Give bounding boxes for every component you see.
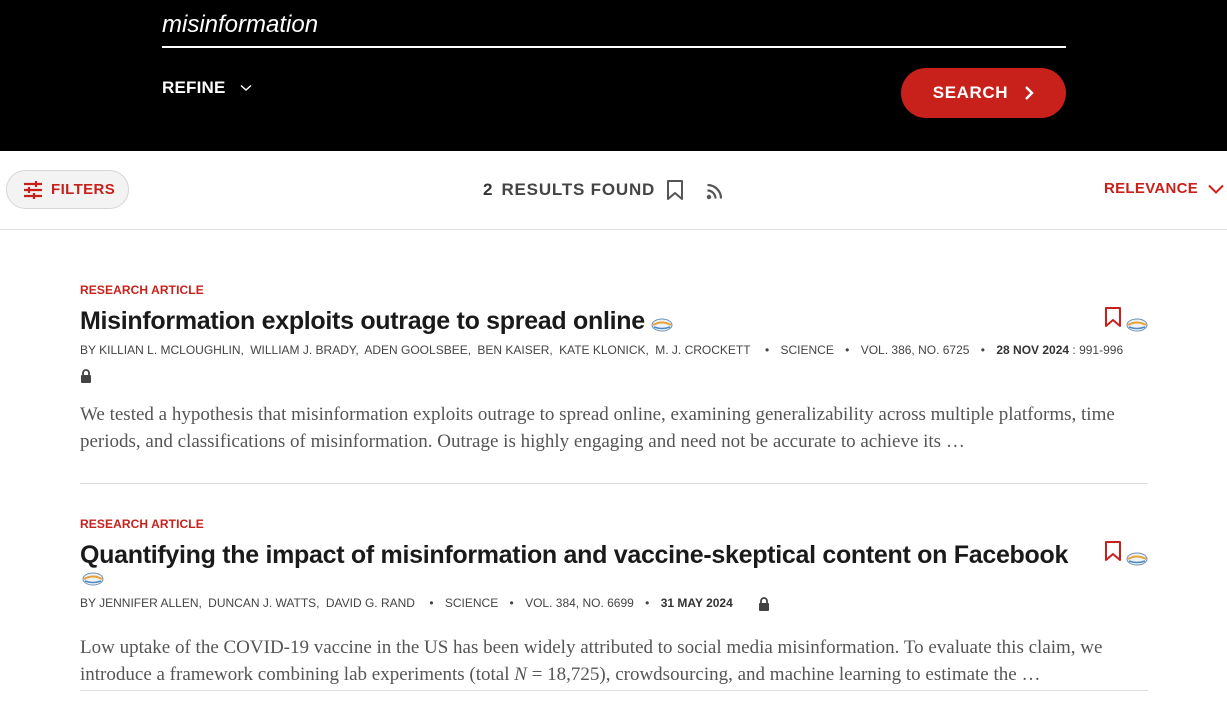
results-summary: 2 RESULTS FOUND [483,180,655,200]
author-link[interactable]: DUNCAN J. WATTS, [208,596,319,610]
author-link[interactable]: WILLIAM J. BRADY, [250,343,358,357]
search-result-item: RESEARCH ARTICLE Quantifying the impact … [80,517,1148,691]
page-range: : 991-996 [1072,343,1124,357]
bookmark-icon[interactable] [1103,540,1123,562]
filters-button[interactable]: FILTERS [6,170,129,209]
sliders-icon [24,180,42,199]
meta-separator: • [980,343,985,357]
refine-dropdown[interactable]: REFINE [162,78,252,98]
abstract-italic: N [514,664,527,685]
results-label: RESULTS FOUND [501,180,656,199]
author-link[interactable]: BY KILLIAN L. MCLOUGHLIN, [80,343,244,357]
results-toolbar: FILTERS 2 RESULTS FOUND RELEVANCE [0,151,1227,230]
volume-issue: VOL. 384, NO. 6699 [525,596,634,610]
refine-label: REFINE [162,78,226,97]
bookmark-icon[interactable] [1103,306,1123,328]
journal-name: SCIENCE [444,596,499,610]
author-link[interactable]: KATE KLONICK, [559,343,649,357]
volume-issue: VOL. 386, NO. 6725 [860,343,970,357]
lock-icon [759,597,770,611]
filters-label: FILTERS [51,181,116,198]
chevron-right-icon [1025,86,1034,100]
meta-separator: • [845,343,850,357]
results-count: 2 [483,180,493,199]
abstract-text: = 18,725), crowdsourcing, and machine le… [526,664,1041,685]
article-type: RESEARCH ARTICLE [80,283,204,297]
altmetric-icon[interactable] [651,318,673,332]
meta-separator: • [509,596,514,610]
search-input[interactable] [162,4,1066,48]
article-abstract: We tested a hypothesis that misinformati… [80,404,1115,452]
meta-separator: • [645,596,650,610]
search-button-label: SEARCH [932,83,1009,102]
sort-label: RELEVANCE [1104,180,1199,197]
publication-date: 28 NOV 2024 [996,343,1070,357]
altmetric-icon[interactable] [1126,552,1148,566]
author-link[interactable]: BY JENNIFER ALLEN, [80,596,202,610]
altmetric-icon[interactable] [1126,318,1148,332]
rss-icon[interactable] [706,182,724,200]
sort-dropdown[interactable]: RELEVANCE [1104,180,1224,197]
author-link[interactable]: BEN KAISER, [477,343,552,357]
publication-date: 31 MAY 2024 [660,596,733,610]
search-button[interactable]: SEARCH [901,68,1066,118]
search-result-item: RESEARCH ARTICLE Misinformation exploits… [80,283,1148,484]
bookmark-icon[interactable] [665,179,685,201]
article-type: RESEARCH ARTICLE [80,517,204,531]
author-link[interactable]: ADEN GOOLSBEE, [364,343,471,357]
altmetric-icon[interactable] [82,572,104,586]
article-title-link[interactable]: Misinformation exploits outrage to sprea… [80,307,645,335]
author-link[interactable]: DAVID G. RAND [326,596,415,610]
search-header: REFINE SEARCH [0,0,1227,151]
meta-separator: • [429,596,434,610]
article-abstract: Low uptake of the COVID-19 vaccine in th… [80,634,1148,688]
article-title-link[interactable]: Quantifying the impact of misinformation… [80,541,1068,569]
article-meta: BY KILLIAN L. MCLOUGHLIN, WILLIAM J. BRA… [80,342,1148,358]
chevron-down-icon [240,84,252,92]
journal-name: SCIENCE [780,343,834,357]
author-link[interactable]: M. J. CROCKETT [655,343,750,357]
article-meta: BY JENNIFER ALLEN, DUNCAN J. WATTS, DAVI… [80,595,1148,611]
meta-separator: • [764,343,770,357]
lock-icon [81,368,91,383]
chevron-down-icon [1208,184,1224,194]
